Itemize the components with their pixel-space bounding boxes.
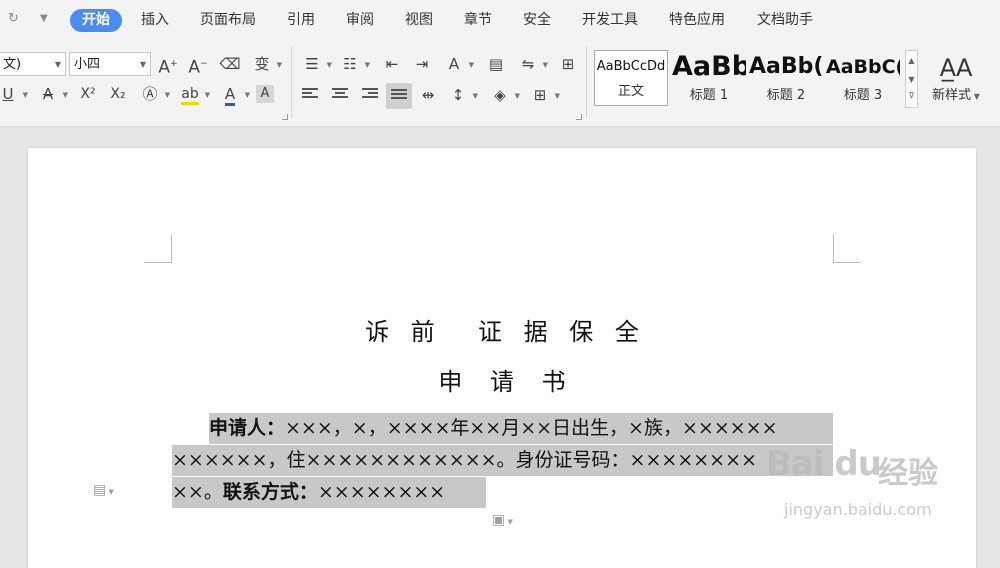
style-name: 正文	[617, 84, 644, 99]
strikethrough-icon[interactable]: A ▼	[36, 82, 68, 106]
superscript-icon[interactable]: X²	[76, 82, 100, 106]
numbered-list-icon[interactable]: ☷ ▼	[338, 52, 370, 76]
style-preview: AaBbC(	[826, 56, 900, 78]
group-separator	[291, 46, 292, 118]
paragraph-dialog-launcher[interactable]	[576, 114, 582, 120]
style-heading-1[interactable]: AaBb 标题 1	[672, 50, 746, 106]
align-left-icon[interactable]	[298, 83, 322, 107]
line-spacing-icon[interactable]: ↕ ▼	[446, 83, 478, 107]
tab-review[interactable]: 审阅	[334, 9, 386, 32]
chevron-down-icon: ▼	[139, 60, 146, 69]
font-dialog-launcher[interactable]	[282, 114, 288, 120]
contact-label: 联系方式：	[222, 481, 318, 503]
contact-value: ××××××××	[317, 481, 446, 503]
watermark: Bai du 经验 jingyan.baidu.com	[760, 440, 1000, 547]
tab-special-apps[interactable]: 特色应用	[657, 9, 737, 32]
menu-tab-bar: ↻ ▼ 开始 插入 页面布局 引用 审阅 视图 章节 安全 开发工具 特色应用 …	[0, 0, 1000, 40]
redo-icon[interactable]: ↻	[8, 11, 19, 26]
increase-indent-icon[interactable]: ⇥	[410, 52, 434, 76]
style-name: 标题 3	[843, 88, 883, 103]
paragraph-line: ××。联系方式：××××××××	[172, 477, 486, 508]
tab-doc-assistant[interactable]: 文档助手	[745, 9, 825, 32]
ribbon-home: 文) ▼ 小四 ▼ A+ A− ⌫ 变 ▼ U ▼ A ▼ X² X₂ Ⓐ ▼ ab ▼ A ▼…	[0, 40, 1000, 127]
style-name: 标题 1	[689, 88, 729, 103]
tab-developer[interactable]: 开发工具	[570, 9, 650, 32]
font-name-select[interactable]: 文) ▼	[0, 52, 66, 76]
underline-icon[interactable]: U ▼	[0, 82, 29, 106]
char-shading-icon[interactable]: A	[256, 85, 274, 103]
baidu-logo: Bai du	[766, 444, 882, 484]
document-icon[interactable]: ▤ ▼	[93, 482, 114, 498]
margin-mark	[833, 234, 834, 262]
grow-font-icon[interactable]: A+	[156, 52, 180, 78]
font-size-select[interactable]: 小四 ▼	[69, 52, 151, 76]
new-style-button[interactable]: A̲A 新样式 ▼	[928, 52, 984, 103]
id-tail: ××。	[172, 481, 223, 503]
chevron-down-icon[interactable]: ▼	[40, 13, 48, 24]
style-preview: AaBb	[672, 51, 746, 82]
bullet-list-icon[interactable]: ☰ ▼	[300, 52, 332, 76]
new-style-label: 新样式	[932, 88, 972, 103]
new-style-icon: A̲A	[939, 54, 973, 82]
align-right-icon[interactable]	[358, 83, 382, 107]
scroll-up-icon[interactable]: ▲	[906, 51, 917, 70]
styles-gallery: AaBbCcDd 正文 AaBb 标题 1 AaBb( 标题 2 AaBbC( …	[594, 50, 918, 116]
chevron-down-icon: ▼	[54, 60, 61, 69]
align-center-icon[interactable]	[328, 83, 352, 107]
clear-format-icon[interactable]: ⌫	[218, 52, 242, 76]
style-preview: AaBbCcDd	[596, 59, 666, 74]
style-heading-2[interactable]: AaBb( 标题 2	[749, 50, 823, 106]
styles-scroll[interactable]: ▲ ▼ ⊽	[905, 50, 918, 108]
watermark-text: 经验	[878, 456, 938, 491]
text-direction-icon[interactable]: A ▼	[442, 52, 474, 76]
justify-icon[interactable]	[386, 83, 412, 109]
style-heading-3[interactable]: AaBbC( 标题 3	[826, 50, 900, 106]
document-title: 诉 前 证 据 保 全	[365, 318, 639, 346]
group-separator	[586, 46, 587, 118]
font-color-icon[interactable]: A ▼	[218, 82, 250, 106]
applicant-label: 申请人：	[209, 417, 286, 439]
style-name: 标题 2	[766, 88, 806, 103]
phonetic-guide-icon[interactable]: 变 ▼	[250, 52, 282, 76]
paragraph-line: 申请人：×××，×，××××年××月××日出生，×族，××××××	[209, 413, 833, 444]
tab-home[interactable]: 开始	[70, 9, 122, 32]
applicant-info: ×××，×，××××年××月××日出生，×族，××××××	[285, 417, 778, 439]
document-subtitle: 申 请 书	[438, 368, 566, 396]
chevron-down-icon: ▼	[971, 92, 980, 101]
highlight-icon[interactable]: ab ▼	[178, 82, 210, 106]
subscript-icon[interactable]: X₂	[106, 82, 130, 106]
font-size-value: 小四	[74, 57, 101, 72]
shrink-font-icon[interactable]: A−	[186, 52, 210, 78]
tab-page-layout[interactable]: 页面布局	[188, 9, 268, 32]
expand-gallery-icon[interactable]: ⊽	[906, 89, 917, 103]
font-name-value: 文)	[3, 57, 22, 72]
tab-references[interactable]: 引用	[275, 9, 327, 32]
line-sort-icon[interactable]: ⇋ ▼	[516, 52, 548, 76]
distribute-icon[interactable]: ⇹	[416, 83, 440, 107]
style-preview: AaBb(	[749, 54, 823, 79]
margin-mark	[171, 234, 172, 262]
tab-view[interactable]: 视图	[393, 9, 445, 32]
borders-icon[interactable]: ⊞ ▼	[528, 83, 560, 107]
show-hide-icon[interactable]: ⊞	[556, 52, 580, 76]
margin-mark	[833, 262, 861, 263]
margin-mark	[144, 262, 172, 263]
address-id-info: ××××××，住××××××××××××。身份证号码：××××××××	[172, 449, 757, 471]
watermark-url: jingyan.baidu.com	[784, 500, 932, 519]
tab-insert[interactable]: 插入	[129, 9, 181, 32]
paste-options-icon[interactable]: ▣ ▼	[492, 512, 513, 528]
chinese-layout-icon[interactable]: ▤	[484, 52, 508, 76]
shading-icon[interactable]: ◈ ▼	[488, 83, 520, 107]
paragraph-line: ××××××，住××××××××××××。身份证号码：××××××××	[172, 445, 833, 476]
text-effect-icon[interactable]: Ⓐ ▼	[138, 82, 170, 106]
decrease-indent-icon[interactable]: ⇤	[380, 52, 404, 76]
tab-security[interactable]: 安全	[511, 9, 563, 32]
tab-chapter[interactable]: 章节	[452, 9, 504, 32]
style-normal[interactable]: AaBbCcDd 正文	[594, 50, 668, 106]
scroll-down-icon[interactable]: ▼	[906, 70, 917, 89]
